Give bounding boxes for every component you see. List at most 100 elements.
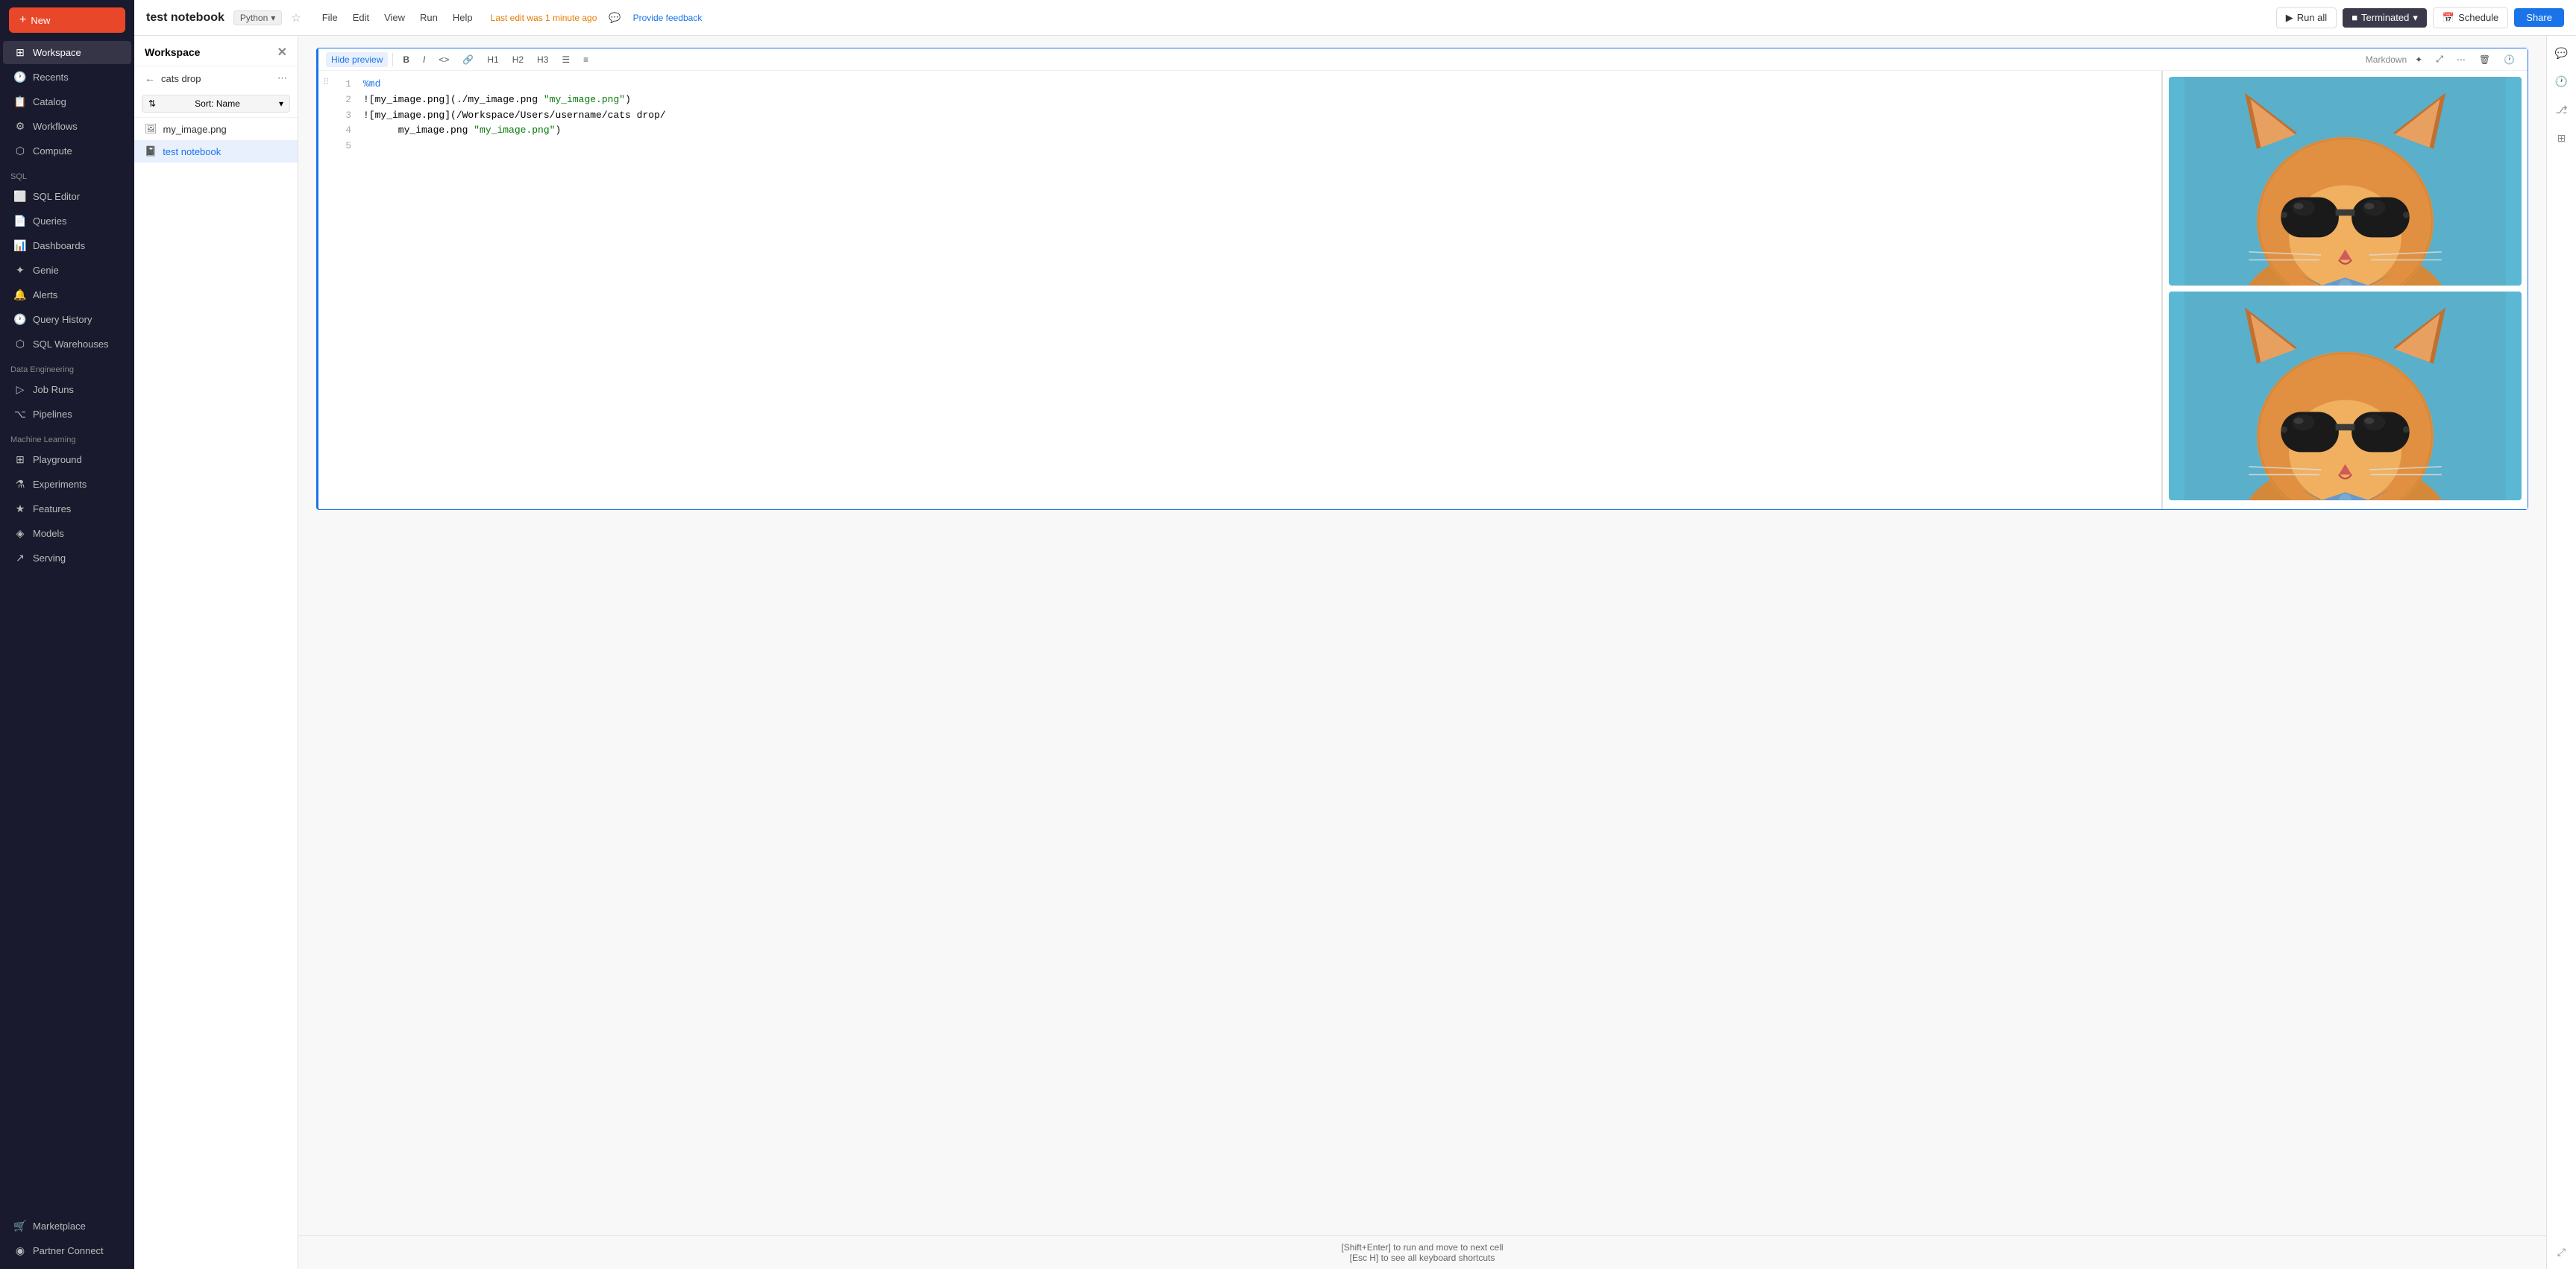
sidebar-item-marketplace[interactable]: 🛒 Marketplace [3, 1215, 131, 1238]
notebook-cell: Hide preview B I <> 🔗 H1 H2 H3 ☰ ≡ [316, 48, 2528, 510]
new-button[interactable]: + New [9, 7, 125, 33]
share-button[interactable]: Share [2514, 8, 2564, 27]
sidebar-item-dashboards[interactable]: 📊 Dashboards [3, 234, 131, 257]
edit-menu[interactable]: Edit [347, 9, 375, 26]
bold-button[interactable]: B [398, 52, 415, 67]
file-item-test-notebook[interactable]: 📓 test notebook [134, 140, 298, 163]
sidebar-item-serving[interactable]: ↗ Serving [3, 547, 131, 570]
link-button[interactable]: 🔗 [457, 52, 479, 67]
code-button[interactable]: <> [433, 52, 454, 67]
code-editor[interactable]: 1 2 3 4 5 %md ![my_im [333, 71, 2162, 509]
ordered-list-button[interactable]: ≡ [578, 52, 594, 67]
sort-selector[interactable]: ⇅ Sort: Name ▾ [142, 95, 290, 113]
file-nav: ← cats drop ⋯ [134, 66, 298, 90]
query-history-icon: 🕐 [13, 313, 27, 326]
terminated-chevron-icon: ▾ [2413, 12, 2418, 24]
file-item-my-image[interactable]: 🖼 my_image.png [134, 118, 298, 140]
alerts-icon: 🔔 [13, 289, 27, 301]
hide-preview-button[interactable]: Hide preview [326, 52, 388, 67]
image-file-icon: 🖼 [145, 123, 157, 135]
comments-button[interactable]: 💬 [2551, 42, 2573, 64]
sidebar-item-recents[interactable]: 🕐 Recents [3, 66, 131, 89]
terminated-button[interactable]: ■ Terminated ▾ [2343, 8, 2427, 28]
pipelines-icon: ⌥ [13, 408, 27, 421]
cell-body: ⠿ 1 2 3 4 5 [318, 71, 2528, 509]
list-button[interactable]: ☰ [556, 52, 575, 67]
file-panel-title: Workspace [145, 46, 200, 58]
sidebar-item-pipelines[interactable]: ⌥ Pipelines [3, 403, 131, 426]
extensions-button[interactable]: ⊞ [2551, 127, 2573, 149]
genie-icon: ✦ [13, 264, 27, 277]
magic-button[interactable]: ✦ [2410, 52, 2428, 67]
right-panel: 💬 🕐 ⎇ ⊞ ⤢ [2546, 36, 2576, 1269]
dashboards-icon: 📊 [13, 239, 27, 252]
cat-image-2 [2169, 292, 2522, 500]
topbar: test notebook Python ▾ ☆ File Edit View … [134, 0, 2576, 36]
expand-button[interactable]: ⤢ [2431, 51, 2448, 67]
experiments-icon: ⚗ [13, 478, 27, 491]
cell-container: Hide preview B I <> 🔗 H1 H2 H3 ☰ ≡ [298, 36, 2546, 1235]
run-menu[interactable]: Run [414, 9, 444, 26]
sidebar-item-workflows[interactable]: ⚙ Workflows [3, 115, 131, 138]
path-label: cats drop [161, 73, 201, 84]
delete-cell-button[interactable]: 🗑 [2474, 52, 2495, 67]
sidebar-item-features[interactable]: ★ Features [3, 497, 131, 520]
code-line-3: ![my_image.png](./my_image.png "my_image… [363, 92, 2152, 108]
view-menu[interactable]: View [378, 9, 411, 26]
run-icon: ▶ [2286, 12, 2293, 24]
close-panel-button[interactable]: ✕ [277, 45, 287, 60]
feedback-button[interactable]: Provide feedback [633, 13, 703, 23]
sidebar-item-alerts[interactable]: 🔔 Alerts [3, 283, 131, 306]
preview-area [2162, 71, 2528, 509]
kernel-selector[interactable]: Python ▾ [233, 10, 282, 25]
cell-toolbar: Hide preview B I <> 🔗 H1 H2 H3 ☰ ≡ [318, 48, 2528, 71]
code-content[interactable]: %md ![my_image.png](./my_image.png "my_i… [354, 71, 2161, 509]
menu-bar: File Edit View Run Help [316, 9, 479, 26]
calendar-icon: 📅 [2443, 12, 2454, 24]
sql-editor-icon: ⬜ [13, 190, 27, 203]
italic-button[interactable]: I [418, 52, 430, 67]
stop-icon: ■ [2352, 12, 2357, 23]
resize-button[interactable]: ⤢ [2551, 1241, 2573, 1263]
sidebar-item-partner-connect[interactable]: ◉ Partner Connect [3, 1239, 131, 1262]
h2-button[interactable]: H2 [507, 52, 529, 67]
sidebar-item-playground[interactable]: ⊞ Playground [3, 448, 131, 471]
status-bar: [Shift+Enter] to run and move to next ce… [298, 1235, 2546, 1269]
sidebar-item-job-runs[interactable]: ▷ Job Runs [3, 378, 131, 401]
more-options-button[interactable]: ⋯ [277, 72, 287, 84]
sidebar-item-sql-warehouses[interactable]: ⬡ SQL Warehouses [3, 333, 131, 356]
sidebar-item-query-history[interactable]: 🕐 Query History [3, 308, 131, 331]
history-button[interactable]: 🕐 [2498, 52, 2520, 67]
run-all-button[interactable]: ▶ Run all [2276, 7, 2337, 28]
chevron-down-icon: ▾ [271, 13, 275, 23]
sidebar-item-workspace[interactable]: ⊞ Workspace [3, 41, 131, 64]
sql-section-label: SQL [0, 163, 134, 184]
serving-icon: ↗ [13, 552, 27, 564]
h3-button[interactable]: H3 [532, 52, 553, 67]
marketplace-icon: 🛒 [13, 1220, 27, 1232]
sql-warehouses-icon: ⬡ [13, 338, 27, 350]
h1-button[interactable]: H1 [482, 52, 503, 67]
markdown-label: Markdown [2366, 54, 2407, 65]
queries-icon: 📄 [13, 215, 27, 227]
features-icon: ★ [13, 503, 27, 515]
history-panel-button[interactable]: 🕐 [2551, 70, 2573, 92]
sidebar-item-queries[interactable]: 📄 Queries [3, 210, 131, 233]
shortcut-2: [Esc H] to see all keyboard shortcuts [313, 1253, 2531, 1263]
sidebar-item-catalog[interactable]: 📋 Catalog [3, 90, 131, 113]
schedule-button[interactable]: 📅 Schedule [2433, 7, 2508, 28]
sidebar-item-sql-editor[interactable]: ⬜ SQL Editor [3, 185, 131, 208]
sidebar-item-models[interactable]: ◈ Models [3, 522, 131, 545]
back-button[interactable]: ← [145, 72, 155, 84]
help-menu[interactable]: Help [447, 9, 479, 26]
cell-drag-handle[interactable]: ⠿ [318, 71, 333, 509]
models-icon: ◈ [13, 527, 27, 540]
git-button[interactable]: ⎇ [2551, 98, 2573, 121]
sidebar-item-genie[interactable]: ✦ Genie [3, 259, 131, 282]
sidebar-item-compute[interactable]: ⬡ Compute [3, 139, 131, 163]
more-cell-options-button[interactable]: ⋯ [2451, 52, 2471, 67]
file-menu[interactable]: File [316, 9, 344, 26]
last-edit-label[interactable]: Last edit was 1 minute ago [491, 13, 597, 23]
star-button[interactable]: ☆ [291, 11, 301, 25]
sidebar-item-experiments[interactable]: ⚗ Experiments [3, 473, 131, 496]
